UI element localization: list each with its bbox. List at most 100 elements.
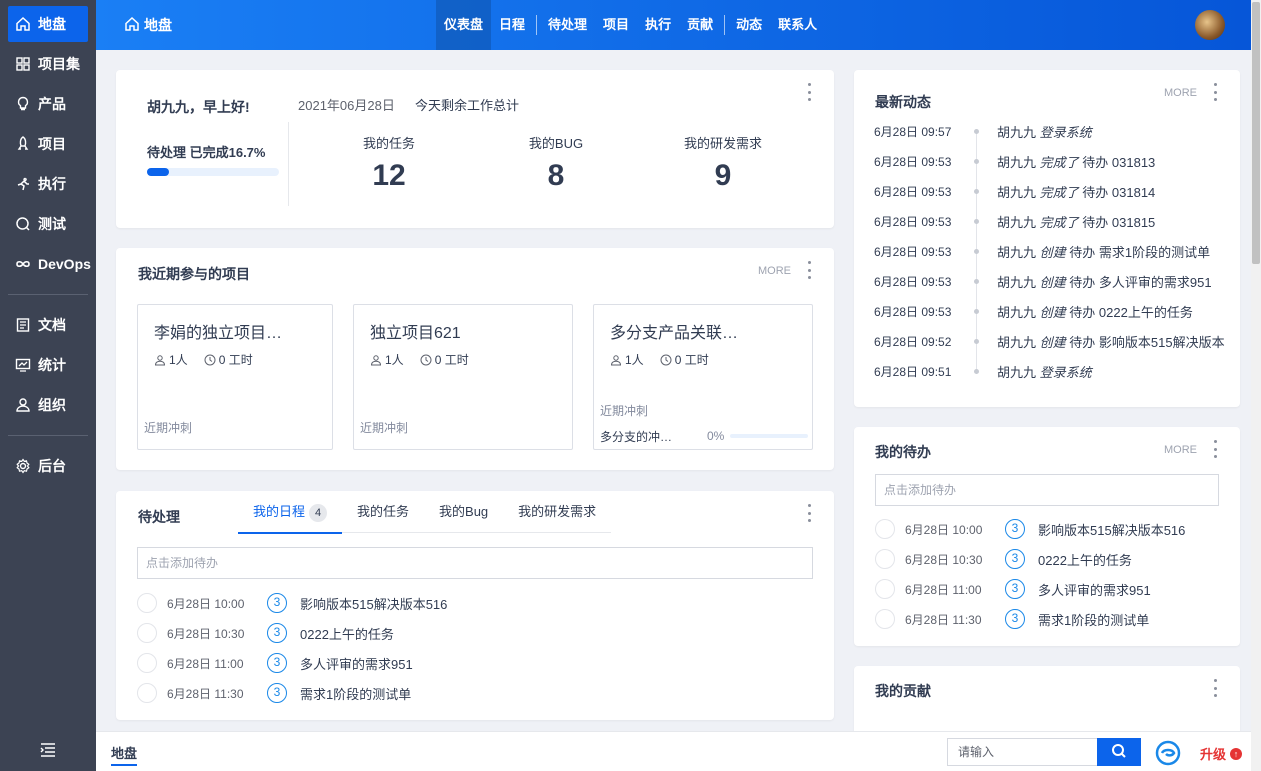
tab-my-tasks[interactable]: 我的任务 — [342, 491, 424, 533]
sidebar-item-test[interactable]: 测试 — [8, 206, 88, 242]
activity-row[interactable]: 6月28日 09:53 胡九九 创建 待办 需求1阶段的测试单 — [874, 242, 1210, 260]
todo-name[interactable]: 需求1阶段的测试单 — [300, 684, 411, 703]
stat-bugs-value[interactable]: 8 — [496, 159, 616, 193]
nav-calendar[interactable]: 日程 — [491, 0, 533, 50]
activity-object[interactable]: 待办 需求1阶段的测试单 — [1069, 242, 1210, 261]
tab-my-calendar[interactable]: 我的日程 4 — [238, 491, 343, 534]
menu-collapse-icon — [40, 742, 56, 760]
todo-checkbox[interactable] — [875, 579, 895, 599]
activity-user: 胡九九 — [997, 124, 1037, 140]
todo-checkbox[interactable] — [137, 593, 157, 613]
more-link[interactable]: MORE — [1164, 444, 1197, 456]
nav-pending[interactable]: 待处理 — [540, 0, 595, 50]
page-scrollbar[interactable] — [1251, 0, 1261, 771]
search-button[interactable] — [1097, 738, 1141, 766]
nav-dashboard[interactable]: 仪表盘 — [436, 0, 492, 50]
todo-row[interactable]: 6月28日 10:00 3 影响版本515解决版本516 — [137, 593, 447, 613]
divider — [288, 122, 289, 206]
todo-row[interactable]: 6月28日 11:00 3 多人评审的需求951 — [137, 653, 413, 673]
sidebar-item-devops[interactable]: DevOps — [8, 246, 91, 282]
nav-contribution[interactable]: 贡献 — [679, 0, 721, 50]
card-menu-icon[interactable] — [1213, 679, 1217, 697]
activity-row[interactable]: 6月28日 09:53 胡九九 完成了 待办 031813 — [874, 152, 1155, 170]
activity-row[interactable]: 6月28日 09:52 胡九九 创建 待办 影响版本515解决版本 — [874, 332, 1225, 350]
project-card[interactable]: 李娟的独立项目… 1人 0 工时 近期冲刺 — [137, 304, 333, 450]
topbar-title-text: 地盘 — [144, 17, 172, 33]
todo-row[interactable]: 6月28日 10:00 3 影响版本515解决版本516 — [875, 519, 1185, 539]
sidebar-item-program[interactable]: 项目集 — [8, 46, 88, 82]
todo-row[interactable]: 6月28日 11:30 3 需求1阶段的测试单 — [137, 683, 411, 703]
activity-row[interactable]: 6月28日 09:57 胡九九 登录系统 — [874, 122, 1092, 140]
sidebar-item-project[interactable]: 项目 — [8, 126, 88, 162]
activity-object[interactable]: 待办 031813 — [1082, 152, 1155, 171]
card-menu-icon[interactable] — [807, 83, 811, 101]
todo-checkbox[interactable] — [875, 519, 895, 539]
project-card[interactable]: 独立项目621 1人 0 工时 近期冲刺 — [353, 304, 573, 450]
upgrade-button[interactable]: 升级 ↑ — [1200, 744, 1243, 763]
tab-my-stories[interactable]: 我的研发需求 — [503, 491, 611, 533]
bottom-bar-title[interactable]: 地盘 — [111, 743, 138, 766]
tab-my-bugs[interactable]: 我的Bug — [424, 491, 503, 533]
todo-name[interactable]: 影响版本515解决版本516 — [1038, 520, 1185, 539]
activity-object[interactable]: 待办 031815 — [1082, 212, 1155, 231]
nav-contacts[interactable]: 联系人 — [770, 0, 825, 50]
activity-object[interactable]: 待办 031814 — [1082, 182, 1155, 201]
sidebar-item-product[interactable]: 产品 — [8, 86, 88, 122]
todo-name[interactable]: 需求1阶段的测试单 — [1038, 610, 1149, 629]
stat-stories-value[interactable]: 9 — [663, 159, 783, 193]
todo-checkbox[interactable] — [137, 623, 157, 643]
nav-dynamic[interactable]: 动态 — [728, 0, 770, 50]
todo-row[interactable]: 6月28日 11:00 3 多人评审的需求951 — [875, 579, 1151, 599]
nav-execution[interactable]: 执行 — [637, 0, 679, 50]
todo-name[interactable]: 多人评审的需求951 — [1038, 580, 1151, 599]
todo-checkbox[interactable] — [137, 653, 157, 673]
avatar[interactable] — [1195, 10, 1225, 40]
sidebar-item-doc[interactable]: 文档 — [8, 307, 88, 343]
sidebar-item-execution[interactable]: 执行 — [8, 166, 88, 202]
activity-row[interactable]: 6月28日 09:53 胡九九 完成了 待办 031814 — [874, 182, 1155, 200]
sidebar-item-org[interactable]: 组织 — [8, 387, 88, 423]
activity-object[interactable]: 待办 影响版本515解决版本 — [1069, 332, 1224, 351]
todo-name[interactable]: 影响版本515解决版本516 — [300, 594, 447, 613]
activity-row[interactable]: 6月28日 09:53 胡九九 创建 待办 多人评审的需求951 — [874, 272, 1212, 290]
nav-project[interactable]: 项目 — [595, 0, 637, 50]
collapse-sidebar-button[interactable] — [0, 731, 96, 771]
todo-name[interactable]: 0222上午的任务 — [300, 624, 394, 643]
scrollbar-thumb[interactable] — [1252, 2, 1260, 264]
todo-checkbox[interactable] — [875, 549, 895, 569]
todo-row[interactable]: 6月28日 10:30 3 0222上午的任务 — [137, 623, 394, 643]
topbar-title[interactable]: 地盘 — [96, 15, 436, 35]
sidebar-item-dashboard[interactable]: 地盘 — [8, 6, 88, 42]
activity-action: 登录系统 — [1039, 364, 1092, 380]
activity-row[interactable]: 6月28日 09:51 胡九九 登录系统 — [874, 362, 1092, 380]
activity-row[interactable]: 6月28日 09:53 胡九九 完成了 待办 031815 — [874, 212, 1155, 230]
more-link[interactable]: MORE — [758, 265, 791, 277]
sprint-name[interactable]: 多分支的冲… — [600, 428, 672, 445]
project-name[interactable]: 多分支产品关联… — [610, 319, 738, 343]
todo-name[interactable]: 0222上午的任务 — [1038, 550, 1132, 569]
card-menu-icon[interactable] — [1213, 440, 1217, 458]
add-todo-input[interactable]: 点击添加待办 — [875, 474, 1219, 506]
todo-row[interactable]: 6月28日 11:30 3 需求1阶段的测试单 — [875, 609, 1149, 629]
sidebar-item-report[interactable]: 统计 — [8, 347, 88, 383]
card-menu-icon[interactable] — [807, 261, 811, 279]
sidebar-item-admin[interactable]: 后台 — [8, 448, 88, 484]
timeline-dot — [974, 278, 979, 284]
activity-object[interactable]: 待办 多人评审的需求951 — [1069, 272, 1211, 291]
todo-row[interactable]: 6月28日 10:30 3 0222上午的任务 — [875, 549, 1132, 569]
card-menu-icon[interactable] — [1213, 83, 1217, 101]
todo-checkbox[interactable] — [875, 609, 895, 629]
activity-row[interactable]: 6月28日 09:53 胡九九 创建 待办 0222上午的任务 — [874, 302, 1193, 320]
activity-object[interactable]: 待办 0222上午的任务 — [1069, 302, 1193, 321]
zentao-logo-icon[interactable] — [1155, 740, 1181, 766]
more-link[interactable]: MORE — [1164, 87, 1197, 99]
add-todo-input[interactable]: 点击添加待办 — [137, 547, 813, 579]
todo-checkbox[interactable] — [137, 683, 157, 703]
todo-name[interactable]: 多人评审的需求951 — [300, 654, 413, 673]
project-name[interactable]: 独立项目621 — [370, 319, 461, 343]
project-card[interactable]: 多分支产品关联… 1人 0 工时 近期冲刺 多分支的冲… 0% — [593, 304, 813, 450]
search-input[interactable]: 请输入 — [947, 738, 1097, 766]
stat-tasks-value[interactable]: 12 — [329, 159, 449, 193]
project-name[interactable]: 李娟的独立项目… — [154, 319, 282, 343]
card-menu-icon[interactable] — [807, 504, 811, 522]
